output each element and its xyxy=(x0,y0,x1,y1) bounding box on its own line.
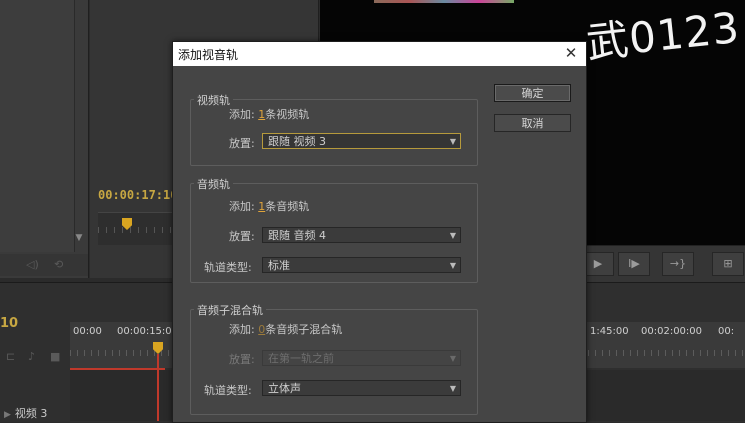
dialog-title: 添加视音轨 xyxy=(178,48,239,62)
jump-to-end-icon[interactable]: →} xyxy=(662,252,694,276)
submix-type-label: 轨道类型: xyxy=(204,384,252,397)
video-add-row: 添加: 1条视频轨 xyxy=(229,106,309,122)
audio-submix-group-title: 音频子混合轨 xyxy=(194,302,266,318)
timeline-playhead-line xyxy=(157,354,159,421)
insert-icon[interactable]: ⊞ xyxy=(712,252,744,276)
timeline-timecode: 1:45:00 xyxy=(590,326,629,337)
audio-icon[interactable]: ◁) xyxy=(26,258,39,271)
video-tracks-group-title: 视频轨 xyxy=(194,92,233,108)
track-name-label: 视频 3 xyxy=(14,407,48,420)
chevron-down-icon: ▼ xyxy=(449,137,456,146)
submix-type-value: 立体声 xyxy=(268,382,301,395)
submix-placement-value: 在第一轨之前 xyxy=(268,352,334,365)
chevron-down-icon: ▼ xyxy=(449,261,456,270)
audio-type-select[interactable]: 标准 ▼ xyxy=(262,257,461,273)
audio-tracks-group-title: 音频轨 xyxy=(194,176,233,192)
timeline-tools: ⊏ ♪ ■ xyxy=(0,346,68,370)
timeline-timecode: 00:00 xyxy=(73,326,102,337)
timeline-timecode: 00:00:15:00 xyxy=(117,326,179,337)
submix-type-select[interactable]: 立体声 ▼ xyxy=(262,380,461,396)
video-placement-value: 跟随 视频 3 xyxy=(268,135,326,148)
audio-add-suffix: 条音频轨 xyxy=(265,200,310,213)
project-panel-list xyxy=(0,0,75,252)
chevron-down-icon: ▼ xyxy=(449,231,456,240)
marker-icon[interactable]: ♪ xyxy=(28,350,35,363)
video-preview-strip xyxy=(374,0,514,3)
submix-add-row: 添加: 0条音频子混合轨 xyxy=(229,321,342,337)
step-forward-icon[interactable]: I▶ xyxy=(618,252,650,276)
add-tracks-dialog: 添加视音轨 ✕ 确定 取消 视频轨 添加: 1条视频轨 放置: 跟随 视频 3 … xyxy=(172,41,587,423)
work-area-bar xyxy=(70,368,165,370)
audio-placement-value: 跟随 音频 4 xyxy=(268,229,326,242)
video-add-label: 添加: xyxy=(229,108,255,121)
source-timecode[interactable]: 00:00:17:10 xyxy=(98,188,177,202)
loop-icon[interactable]: ⟲ xyxy=(54,258,63,271)
track-header-video-3[interactable]: ▶ 视频 3 xyxy=(4,405,47,421)
video-placement-label: 放置: xyxy=(229,137,255,150)
submix-add-label: 添加: xyxy=(229,323,255,336)
submix-placement-select: 在第一轨之前 ▼ xyxy=(262,350,461,366)
timeline-timecode: 00: xyxy=(718,326,735,337)
audio-placement-select[interactable]: 跟随 音频 4 ▼ xyxy=(262,227,461,243)
audio-add-row: 添加: 1条音频轨 xyxy=(229,198,309,214)
timeline-sequence-label: 10 xyxy=(0,316,19,331)
expand-triangle-icon[interactable]: ▶ xyxy=(4,410,11,420)
snap-icon[interactable]: ⊏ xyxy=(6,350,15,363)
submix-add-suffix: 条音频子混合轨 xyxy=(265,323,343,336)
timeline-timecode: 00:02:00:00 xyxy=(641,326,703,337)
submix-placement-label: 放置: xyxy=(229,353,255,366)
audio-add-label: 添加: xyxy=(229,200,255,213)
video-placement-select[interactable]: 跟随 视频 3 ▼ xyxy=(262,133,461,149)
add-marker-icon[interactable]: ■ xyxy=(50,350,60,363)
dialog-titlebar[interactable]: 添加视音轨 ✕ xyxy=(173,42,586,66)
close-icon[interactable]: ✕ xyxy=(562,43,580,63)
chevron-down-icon: ▼ xyxy=(449,384,456,393)
project-panel-footer: ◁) ⟲ xyxy=(0,254,88,276)
ok-button[interactable]: 确定 xyxy=(494,84,571,102)
video-add-suffix: 条视频轨 xyxy=(265,108,310,121)
cancel-button[interactable]: 取消 xyxy=(494,114,571,132)
scroll-down-arrow-icon[interactable]: ▼ xyxy=(73,233,85,245)
chevron-down-icon: ▼ xyxy=(449,354,456,363)
audio-type-value: 标准 xyxy=(268,259,290,272)
audio-type-label: 轨道类型: xyxy=(204,261,252,274)
audio-placement-label: 放置: xyxy=(229,230,255,243)
